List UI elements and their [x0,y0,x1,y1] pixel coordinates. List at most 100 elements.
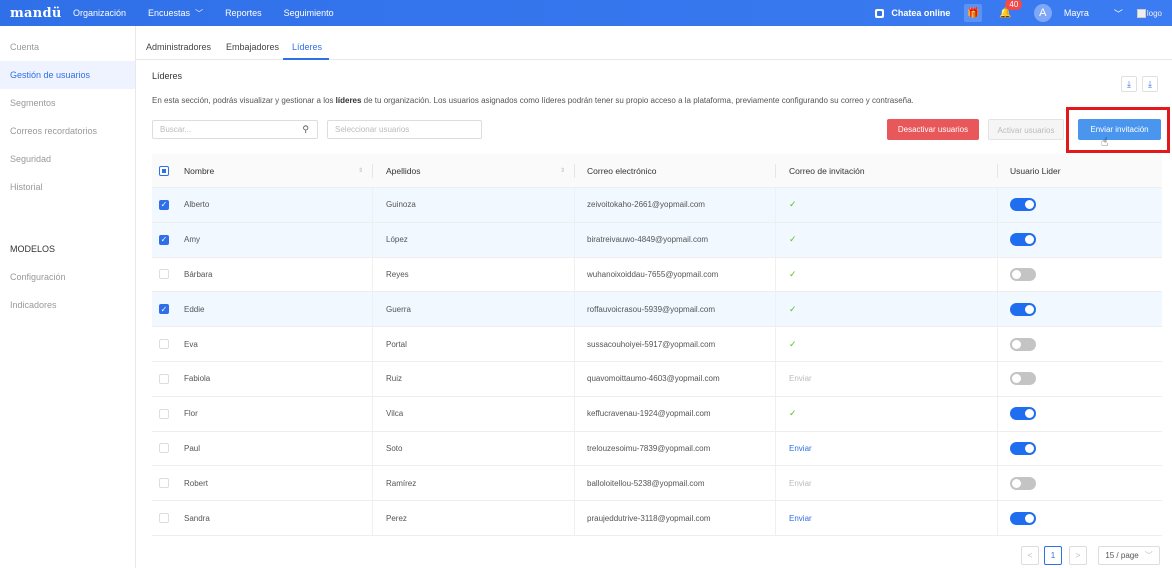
notifications-button[interactable]: 🔔 40 [999,0,1023,19]
column-divider [997,222,998,257]
column-divider [775,164,776,178]
avatar[interactable]: A [1033,4,1052,22]
gift-icon[interactable]: 🎁 [964,4,983,22]
leader-toggle[interactable] [1010,337,1036,351]
table-row[interactable]: Fabiola Ruiz quavomoittaumo-4603@yopmail.c… [152,361,1162,397]
table-row[interactable]: ✓ Eddie Guerra roffauvoicrasou-5939@yopmail… [152,292,1162,328]
cell-nombre: Sandra [184,513,210,523]
nav-item-label: Seguimiento [283,8,334,18]
table-row[interactable]: Sandra Perez praujeddutrive-3118@yopmail.c… [152,501,1162,536]
cell-correo: quavomoittaumo-4603@yopmail.com [587,374,720,384]
column-divider [997,361,998,396]
row-checkbox[interactable] [159,478,169,489]
leader-toggle[interactable] [1010,372,1036,386]
row-checkbox[interactable]: ✓ [159,234,169,245]
table-row[interactable]: Flor Vilca keffucravenau-1924@yopmail.com ✓ [152,396,1162,432]
download-icon[interactable]: ⤓ [1142,76,1158,92]
row-checkbox[interactable]: ✓ [159,304,169,315]
nav-item-seguimiento[interactable]: Seguimiento [284,8,334,18]
sidebar-item-indicadores[interactable]: Indicadores [0,291,135,319]
sidebar-item-cuenta[interactable]: Cuenta [0,33,135,61]
nav-item-encuestas[interactable]: Encuestas ﹀ [148,8,203,19]
leader-toggle[interactable] [1010,302,1036,316]
sidebar-item-historial[interactable]: Historial [0,173,135,201]
column-divider [372,361,373,396]
sort-icon[interactable]: ⇕ [560,167,565,174]
row-checkbox[interactable]: ✓ [159,199,169,210]
column-divider [997,431,998,466]
sidebar-item-seguridad[interactable]: Seguridad [0,145,135,173]
next-page-button[interactable]: > [1069,546,1087,565]
page-1-button[interactable]: 1 [1044,546,1062,565]
row-checkbox[interactable] [159,373,169,384]
user-name[interactable]: Mayra [1064,8,1089,18]
activate-users-button: Activar usuarios [988,119,1064,140]
leader-toggle[interactable] [1010,198,1036,212]
sort-icon[interactable]: ⇕ [358,167,363,174]
table-row[interactable]: Paul Soto trelouzesoimu-7839@yopmail.com En… [152,431,1162,467]
column-divider [775,327,776,361]
leader-toggle[interactable] [1010,267,1036,281]
leader-toggle[interactable] [1010,511,1036,525]
header-apellidos[interactable]: Apellidos [386,154,421,187]
header-nombre[interactable]: Nombre [184,154,214,187]
column-divider [574,222,575,257]
column-divider [372,292,373,327]
nav-item-reportes[interactable]: Reportes [225,8,262,18]
cell-nombre: Amy [184,235,200,245]
prev-page-button[interactable]: < [1021,546,1039,565]
cell-invitacion[interactable]: Enviar [789,501,812,535]
cell-invitacion: ✓ [789,327,797,361]
leader-toggle[interactable] [1010,407,1036,421]
table-header: Nombre ⇕ Apellidos ⇕ Correo electrónico … [152,154,1162,188]
chat-online-button[interactable]: Chatea online [875,8,950,18]
table-row[interactable]: ✓ Alberto Guinoza zeivoitokaho-2661@yopmail… [152,188,1162,223]
cell-usuario-lider [1010,362,1036,396]
select-users-dropdown[interactable]: Seleccionar usuarios [327,120,482,139]
chat-label: Chatea online [891,8,951,18]
leader-toggle[interactable] [1010,441,1036,455]
sidebar-item-configuracion[interactable]: Configuración [0,263,135,291]
cell-nombre: Bárbara [184,269,213,279]
download-icon[interactable]: ⤓ [1121,76,1137,92]
row-checkbox[interactable] [159,408,169,419]
send-invitation-link[interactable]: Enviar [789,444,812,453]
send-invitation-link: Enviar [789,374,812,384]
select-all-checkbox[interactable] [159,165,169,176]
column-divider [775,292,776,327]
search-input[interactable]: Buscar... ⚲ [152,120,318,139]
header-correo: Correo electrónico [587,165,657,176]
chevron-down-icon[interactable]: ﹀ [1114,7,1123,20]
brand-logo[interactable]: mandü [10,6,66,21]
nav-item-organizacion[interactable]: Organización [73,8,126,18]
send-invitation-link[interactable]: Enviar [789,514,812,523]
search-icon[interactable]: ⚲ [302,124,309,135]
column-divider [997,188,998,222]
page-size-select[interactable]: 15 / page ﹀ [1098,546,1160,565]
row-checkbox[interactable] [159,513,169,524]
cell-apellidos: Ramírez [386,478,417,488]
leader-toggle[interactable] [1010,233,1036,247]
leader-toggle[interactable] [1010,476,1036,490]
table-row[interactable]: Bárbara Reyes wuhanoixoiddau-7655@yopmail.… [152,257,1162,293]
sidebar-item-segmentos[interactable]: Segmentos [0,89,135,117]
sidebar-item-gestion-usuarios[interactable]: Gestión de usuarios [0,61,135,89]
table-row[interactable]: ✓ Amy López biratreivauwo-4849@yopmail.com ✓ [152,222,1162,258]
tab-lideres[interactable]: Líderes [292,34,322,60]
tab-embajadores[interactable]: Embajadores [226,34,279,60]
row-checkbox[interactable] [159,443,169,454]
sidebar-item-correos-recordatorios[interactable]: Correos recordatorios [0,117,135,145]
cell-usuario-lider [1010,432,1036,466]
deactivate-users-button[interactable]: Desactivar usuarios [887,119,979,140]
cell-correo: biratreivauwo-4849@yopmail.com [587,235,709,245]
table-row[interactable]: Robert Ramírez balloloitellou-5238@yopmail… [152,466,1162,502]
cell-invitacion[interactable]: Enviar [789,432,812,466]
row-checkbox[interactable] [159,339,169,350]
select-all-cell [159,154,169,187]
table-row[interactable]: Eva Portal sussacouhoiyei-5917@yopmail.com… [152,327,1162,362]
cell-usuario-lider [1010,466,1036,500]
nav-item-label: Encuestas [148,8,191,18]
row-select-cell: ✓ [159,188,169,222]
row-checkbox[interactable] [159,269,169,280]
tab-administradores[interactable]: Administradores [146,34,211,60]
